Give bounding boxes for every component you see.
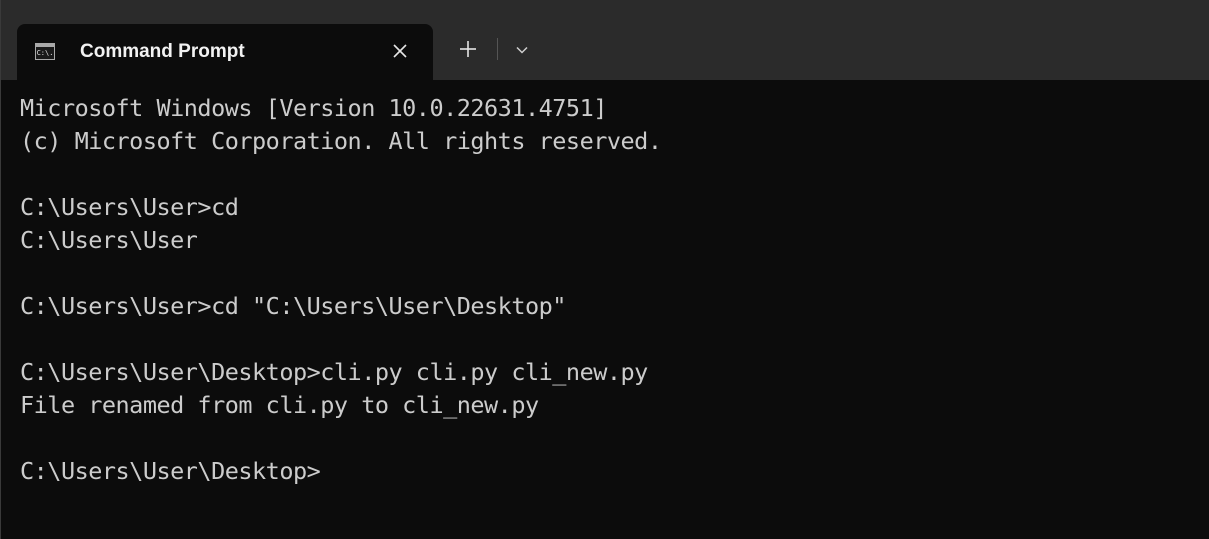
tab-close-button[interactable] — [385, 36, 415, 66]
console-line: Microsoft Windows [Version 10.0.22631.47… — [20, 94, 607, 122]
terminal-window: C:\. Command Prompt Microsoft Windows [V… — [0, 0, 1209, 539]
tab-dropdown-button[interactable] — [507, 36, 537, 64]
console-line: C:\Users\User\Desktop>cli.py cli.py cli_… — [20, 358, 648, 386]
chevron-down-icon — [516, 46, 528, 54]
cmd-app-icon: C:\. — [35, 43, 55, 60]
plus-icon — [460, 41, 476, 57]
console-prompt[interactable]: C:\Users\User\Desktop> — [20, 455, 1209, 488]
tab-command-prompt[interactable]: C:\. Command Prompt — [17, 24, 433, 80]
tab-title: Command Prompt — [80, 41, 245, 62]
title-bar: C:\. Command Prompt — [1, 0, 1209, 80]
console-line: C:\Users\User — [20, 226, 198, 254]
console-line: File renamed from cli.py to cli_new.py — [20, 391, 539, 419]
console-output[interactable]: Microsoft Windows [Version 10.0.22631.47… — [1, 80, 1209, 539]
tab-divider — [497, 38, 498, 60]
console-line: C:\Users\User>cd — [20, 193, 239, 221]
console-line: (c) Microsoft Corporation. All rights re… — [20, 127, 662, 155]
new-tab-button[interactable] — [453, 34, 483, 64]
cmd-app-icon-text: C:\. — [36, 49, 54, 57]
console-line: C:\Users\User>cd "C:\Users\User\Desktop" — [20, 292, 566, 320]
close-icon — [393, 44, 407, 58]
